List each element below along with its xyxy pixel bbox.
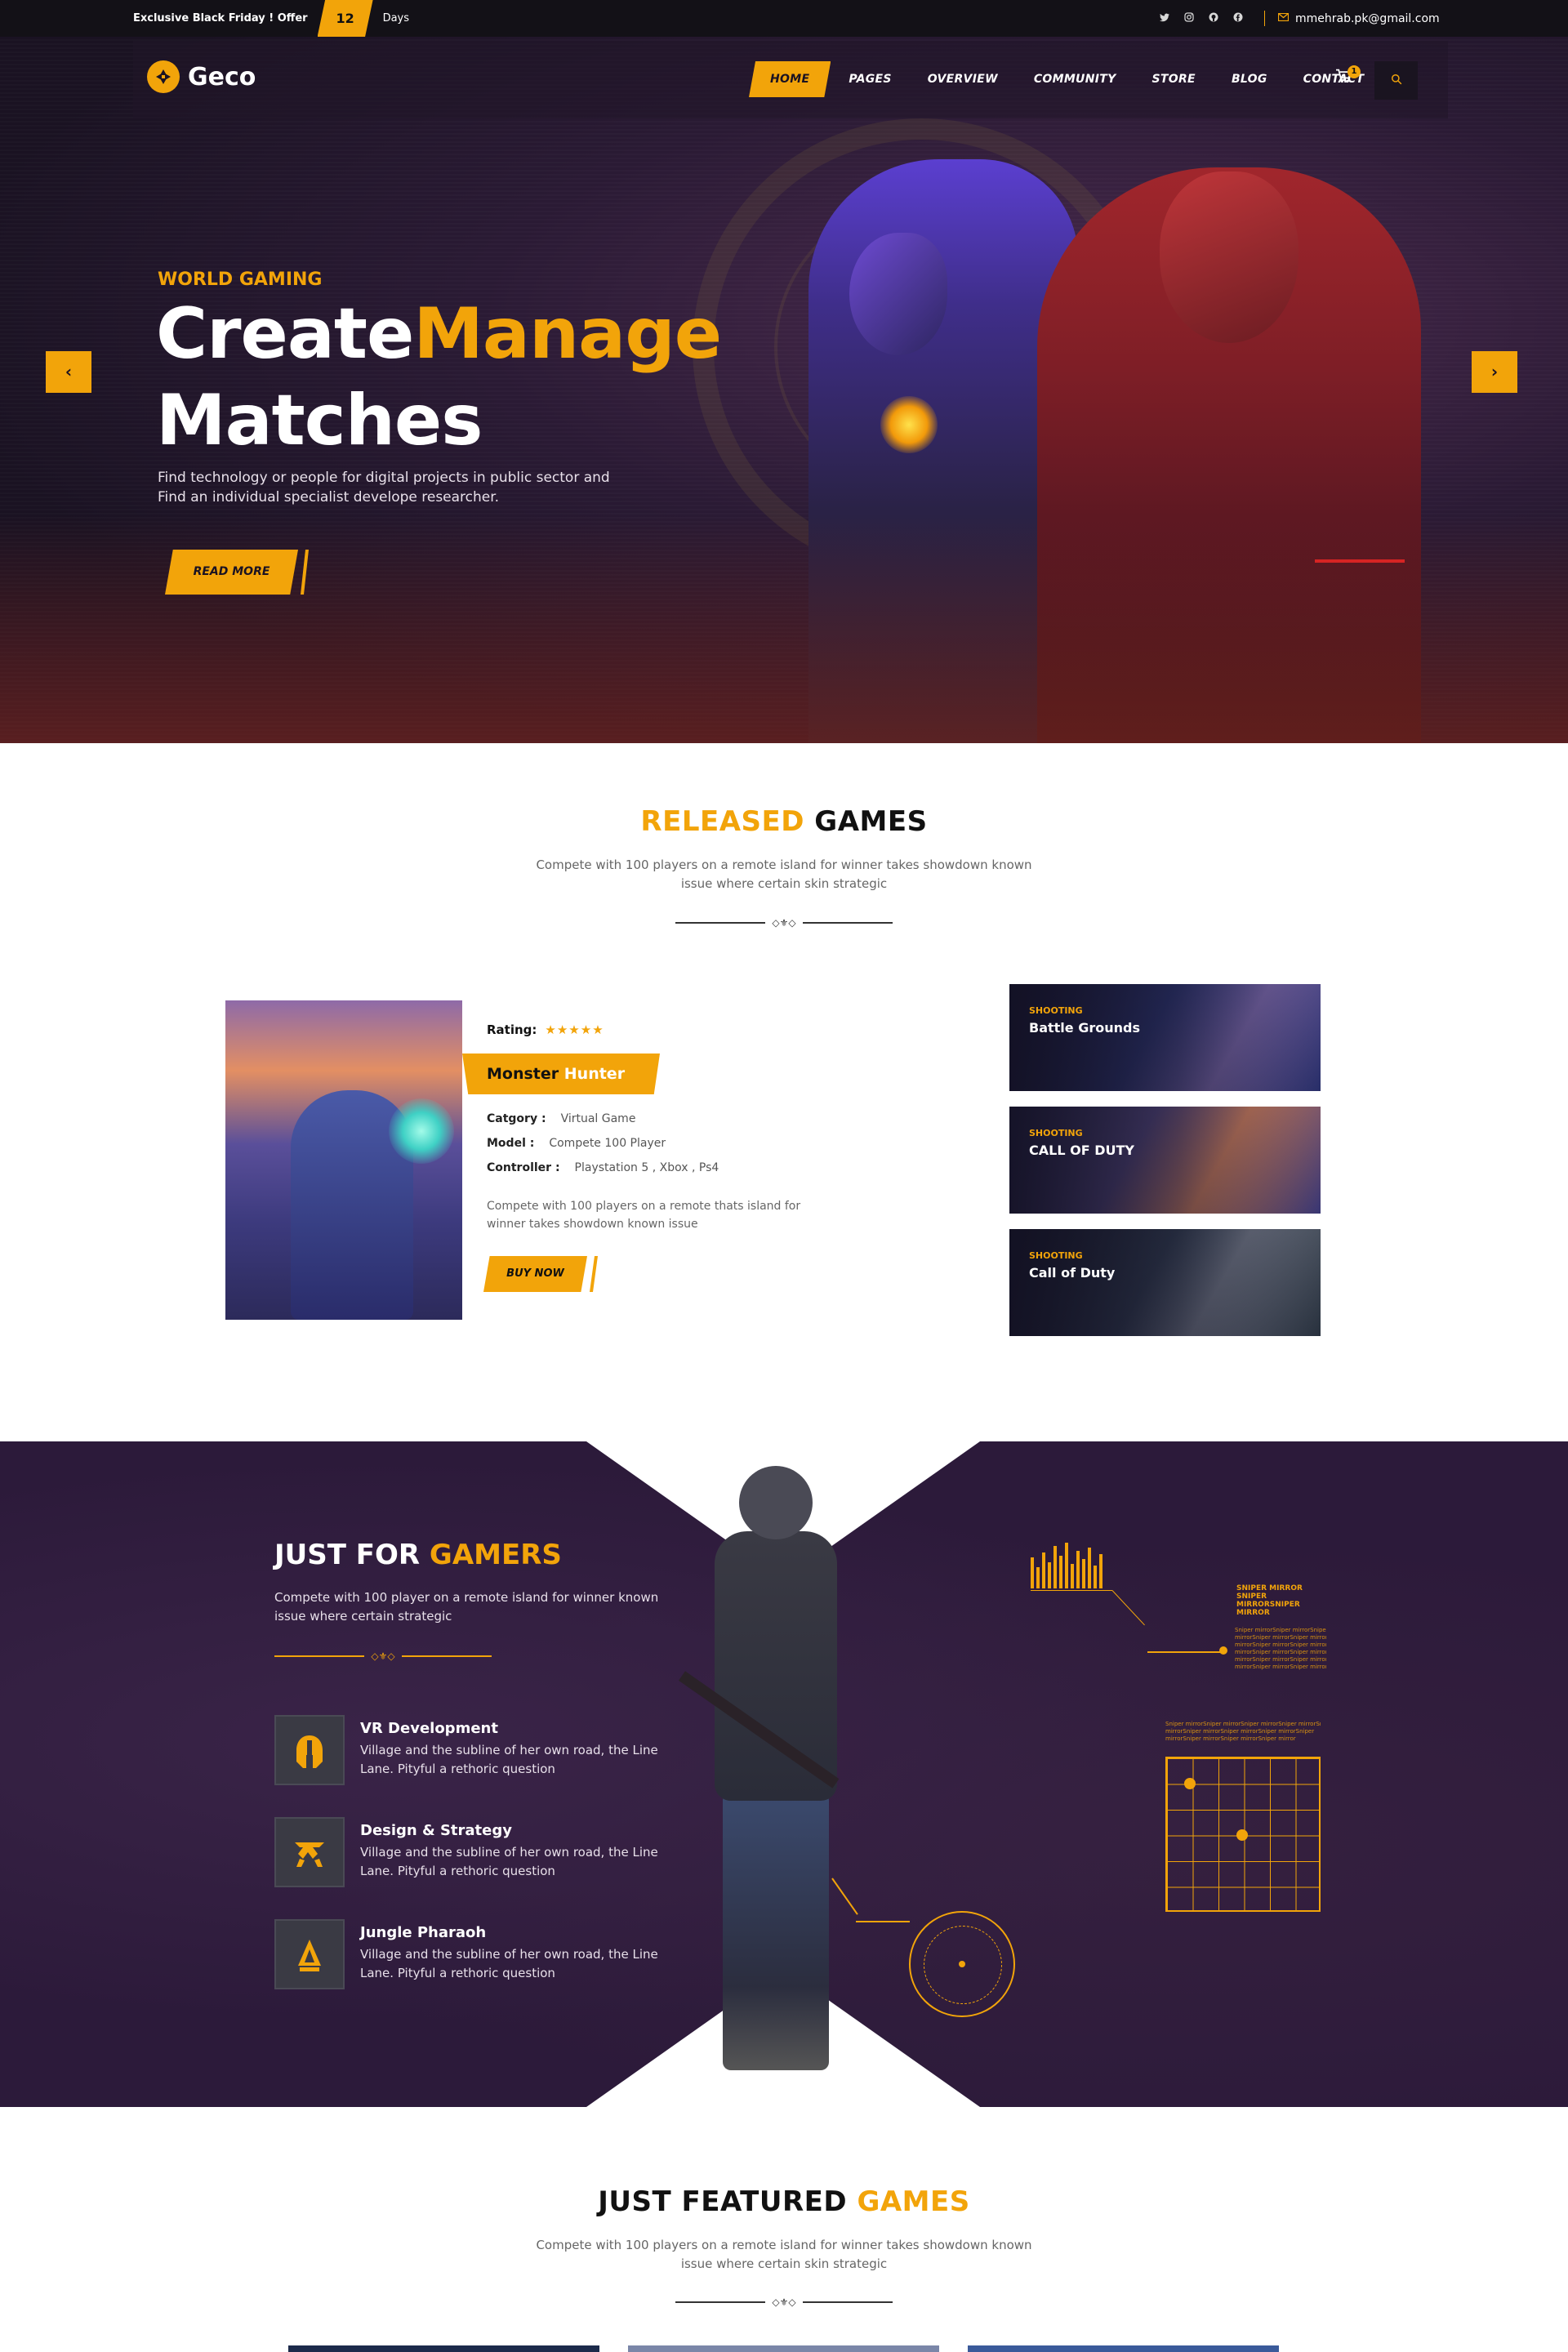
logo-text: Geco [188,62,256,91]
feature-text: Village and the subline of her own road,… [360,1845,658,1878]
menu-item-contact[interactable]: CONTACT [1285,61,1383,97]
featured-game-card[interactable] [628,2345,939,2352]
feature-item: Jungle Pharaoh Village and the subline o… [274,1919,683,1989]
side-game-card[interactable]: SHOOTING Battle Grounds [1009,984,1321,1091]
menu-item-store[interactable]: STORE [1134,61,1214,97]
hero-title-line2: Matches [156,380,483,461]
social-links [1158,11,1245,24]
hud-label: SNIPER MIRROR SNIPER MIRRORSNIPER MIRROR [1236,1584,1303,1617]
hero-title-word2: Manage [413,293,722,375]
top-bar: Exclusive Black Friday ! Offer 12 Days m… [0,0,1568,37]
slider-next-button[interactable]: › [1472,351,1517,393]
instagram-icon[interactable] [1183,11,1196,24]
hud-dotted-text: Sniper mirrorSniper mirrorSniper mirrorS… [1165,1721,1321,1742]
menu-item-home[interactable]: HOME [749,61,831,97]
game-spec-category: Catgory : Virtual Game [487,1112,636,1125]
game-spec-controller: Controller : Playstation 5 , Xbox , Ps4 [487,1161,719,1174]
site-logo[interactable]: Geco [147,60,256,93]
button-slash-decoration [590,1256,598,1292]
pharaoh-icon [274,1919,345,1989]
feature-item: VR Development Village and the subline o… [274,1715,683,1785]
read-more-button[interactable]: READ MORE [165,550,298,595]
offer-banner: Exclusive Black Friday ! Offer 12 Days [133,0,409,37]
game-cover-image[interactable] [225,1000,462,1320]
feature-title: VR Development [360,1720,498,1737]
menu-item-community[interactable]: COMMUNITY [1016,61,1134,97]
featured-game-card[interactable] [968,2345,1279,2352]
featured-games-subtitle: Compete with 100 players on a remote isl… [536,2238,1032,2271]
slider-prev-button[interactable]: ‹ [46,351,91,393]
search-icon [1391,74,1401,85]
soldier-character-image [678,1466,862,2087]
feature-title: Design & Strategy [360,1822,512,1839]
released-games-title: RELEASED GAMES [640,805,928,838]
feature-title: Jungle Pharaoh [360,1924,487,1941]
side-game-card[interactable]: SHOOTING CALL OF DUTY [1009,1107,1321,1214]
aperture-logo-icon [147,60,180,93]
side-game-category: SHOOTING [1029,1005,1083,1016]
contact-email[interactable]: mmehrab.pk@gmail.com [1277,0,1440,37]
topbar-separator [1264,11,1265,26]
search-button[interactable] [1374,61,1418,100]
feature-item: Design & Strategy Village and the sublin… [274,1817,683,1887]
hud-dotted-text: Sniper mirrorSniper mirrorSniper mirrorS… [1235,1627,1326,1670]
feature-text: Village and the subline of her own road,… [360,1743,658,1776]
released-games-subtitle: Compete with 100 players on a remote isl… [536,858,1032,891]
game-rating: Rating: ★★★★★ [487,1022,604,1037]
side-game-title: Battle Grounds [1029,1020,1140,1036]
hero-title: CreateManage Matches [156,291,722,464]
hero-description: Find technology or people for digital pr… [158,470,610,506]
game-spec-model: Model : Compete 100 Player [487,1137,666,1150]
spartan-helmet-icon [274,1715,345,1785]
github-icon[interactable] [1207,11,1220,24]
menu-item-blog[interactable]: BLOG [1214,61,1285,97]
side-game-category: SHOOTING [1029,1250,1083,1261]
offer-unit: Days [382,12,410,24]
game-name: Monster Hunter [487,1065,626,1083]
gamers-subtitle: Compete with 100 player on a remote isla… [274,1590,659,1624]
email-text: mmehrab.pk@gmail.com [1295,11,1440,25]
feature-text: Village and the subline of her own road,… [360,1947,658,1980]
hero-eyebrow: WORLD GAMING [158,270,323,290]
facebook-icon[interactable] [1232,11,1245,24]
featured-game-card[interactable] [288,2345,599,2352]
gamers-section [0,1441,1568,2107]
hud-grid-point [1236,1829,1248,1841]
hero-glow [880,396,938,453]
buy-now-button[interactable]: BUY NOW [483,1256,587,1292]
crosshair-target-icon [909,1911,1015,2017]
hud-node [1219,1646,1227,1655]
gamers-title: JUST FOR GAMERS [274,1539,562,1571]
offer-countdown: 12 [317,0,373,37]
ornament-divider: ◇⚜◇ [675,917,893,929]
cart-count-badge: 1 [1348,65,1361,78]
ornament-divider: ◇⚜◇ [675,2296,893,2308]
featured-games-title: JUST FEATURED GAMES [598,2185,970,2218]
hud-grid-point [1184,1778,1196,1789]
ornament-icon: ◇⚜◇ [371,1650,395,1662]
side-game-title: CALL OF DUTY [1029,1143,1134,1158]
game-description: Compete with 100 players on a remote tha… [487,1200,801,1231]
twitter-icon[interactable] [1158,11,1171,24]
hud-bar-graph [1031,1539,1112,1588]
star-rating-icon: ★★★★★ [545,1022,604,1037]
chevron-left-icon: ‹ [65,362,73,381]
ornament-icon: ◇⚜◇ [772,2296,796,2308]
ornament-divider: ◇⚜◇ [274,1650,492,1662]
main-menu: HOME PAGES OVERVIEW COMMUNITY STORE BLOG… [749,61,1382,97]
chevron-right-icon: › [1490,362,1499,381]
offer-text: Exclusive Black Friday ! Offer [133,12,308,24]
fnatic-logo-icon [274,1817,345,1887]
mail-icon [1277,12,1290,24]
page: Exclusive Black Friday ! Offer 12 Days m… [0,0,1568,2352]
side-game-card[interactable]: SHOOTING Call of Duty [1009,1229,1321,1336]
menu-item-overview[interactable]: OVERVIEW [910,61,1016,97]
menu-item-pages[interactable]: PAGES [831,61,909,97]
hero-title-word1: Create [156,293,414,375]
rating-label: Rating: [487,1022,537,1037]
side-game-category: SHOOTING [1029,1128,1083,1138]
ornament-icon: ◇⚜◇ [772,917,796,929]
side-game-title: Call of Duty [1029,1265,1116,1281]
